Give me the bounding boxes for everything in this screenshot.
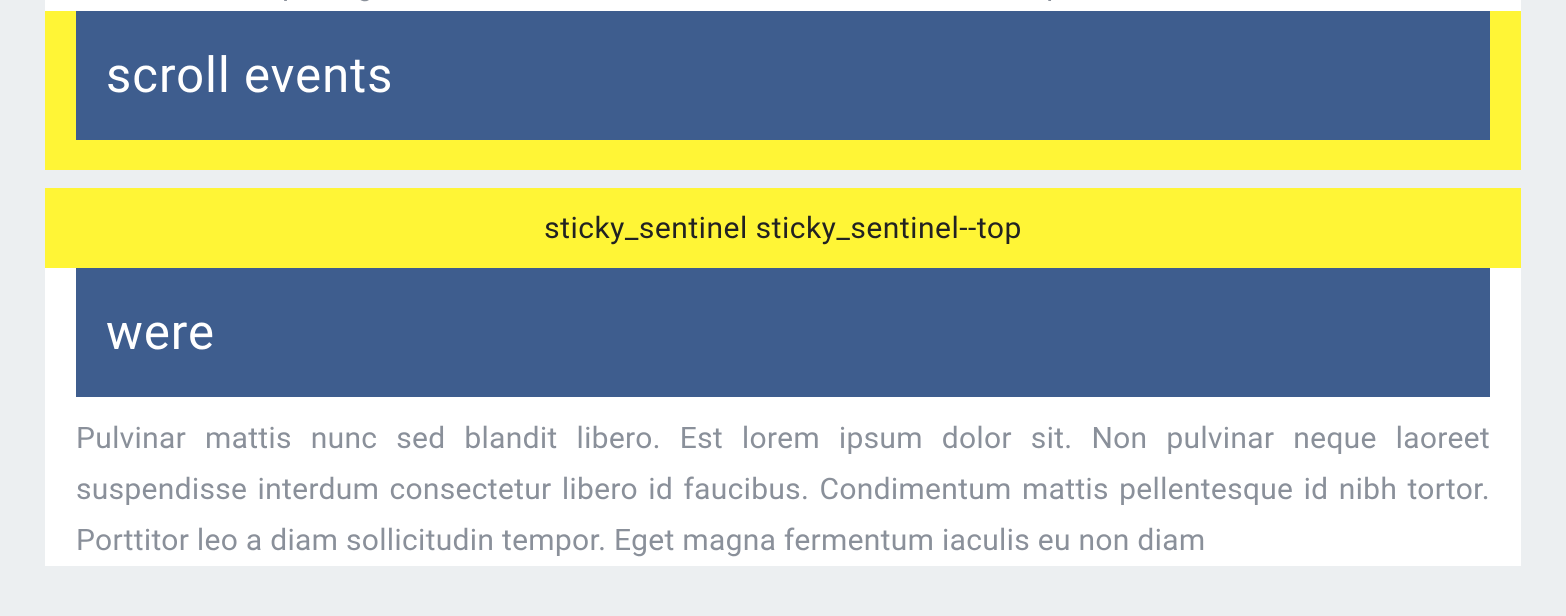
page-container: sem viverra aliquet eget. Dui accumsan s… [0,0,1566,566]
section-scroll-events: sem viverra aliquet eget. Dui accumsan s… [45,0,1521,170]
sticky-header-highlight: scroll events [45,11,1521,170]
section-were: sticky_sentinel sticky_sentinel--top wer… [45,188,1521,566]
paragraph-truncated: sem viverra aliquet eget. Dui accumsan s… [45,0,1521,11]
paragraph-body: Pulvinar mattis nunc sed blandit libero.… [45,397,1521,566]
sticky-header-box: were [76,268,1490,397]
sticky-sentinel-top: sticky_sentinel sticky_sentinel--top [45,188,1521,268]
sticky-header-title: scroll events [106,47,1460,104]
sticky-header-title: were [106,304,1460,361]
sentinel-label: sticky_sentinel sticky_sentinel--top [544,211,1022,246]
sticky-header-box: scroll events [76,11,1490,140]
